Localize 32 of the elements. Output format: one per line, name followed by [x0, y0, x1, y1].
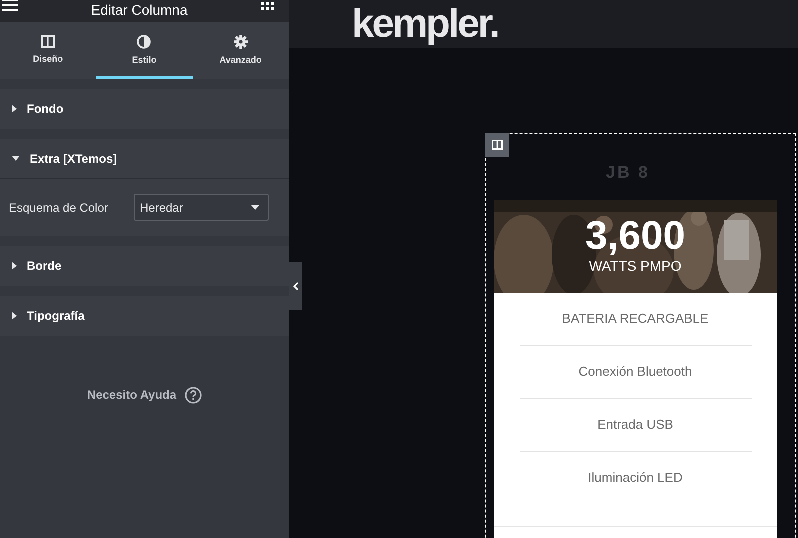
feature-item: Iluminación LED — [588, 469, 683, 488]
field-label: Esquema de Color — [9, 200, 110, 216]
section-header[interactable]: Tipografía — [0, 296, 289, 336]
contrast-icon — [137, 34, 152, 49]
caret-right-icon — [12, 312, 17, 320]
column-handle[interactable] — [485, 133, 509, 157]
feature-item: Entrada USB — [598, 416, 674, 434]
help-link[interactable]: Necesito Ayuda — [87, 386, 177, 404]
columns-icon — [41, 35, 56, 48]
feature-item: Conexión Bluetooth — [578, 363, 692, 382]
help-icon[interactable] — [184, 386, 202, 404]
chevron-left-icon — [292, 282, 298, 290]
collapse-panel-button[interactable] — [289, 262, 302, 310]
menu-icon[interactable] — [2, 0, 18, 11]
panel-tab[interactable]: Diseño — [0, 22, 96, 79]
apps-grid-icon[interactable] — [261, 2, 275, 12]
caret-down-icon — [251, 205, 260, 210]
section-header[interactable]: Fondo — [0, 89, 289, 129]
columns-icon — [492, 140, 502, 150]
caret-right-icon — [12, 262, 17, 270]
caret-right-icon — [12, 105, 17, 113]
gear-icon — [234, 34, 248, 49]
stat-value: 3,600 — [585, 213, 686, 260]
section-header[interactable]: Borde — [0, 246, 289, 286]
section-header[interactable]: Extra [XTemos] — [0, 139, 289, 179]
stat-unit: WATTS PMPO — [589, 258, 682, 274]
color-scheme-dropdown[interactable]: Heredar — [134, 194, 269, 221]
feature-item: BATERIA RECARGABLE — [562, 310, 709, 328]
panel-tab[interactable]: Avanzado — [192, 22, 289, 79]
caret-down-icon — [12, 156, 20, 161]
panel-tab[interactable]: Estilo — [96, 22, 193, 79]
panel-title: Editar Columna — [91, 1, 188, 19]
